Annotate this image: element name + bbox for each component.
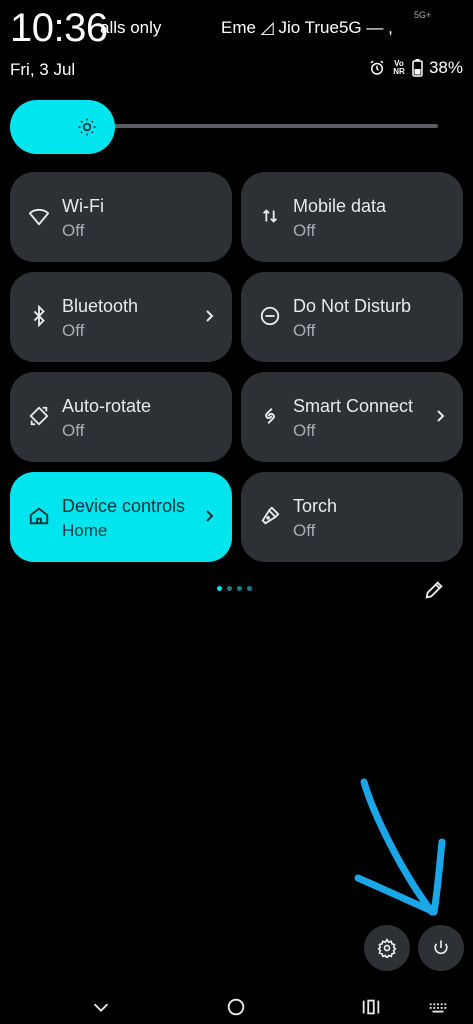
tile-title: Bluetooth (62, 296, 139, 316)
tile-status: Off (62, 321, 85, 340)
carrier-label: Eme ◿ Jio True5G — , (221, 18, 393, 37)
nav-recents-button[interactable] (358, 994, 384, 1020)
tile-do-not-disturb[interactable]: Do Not Disturb Off (241, 272, 463, 362)
tile-status: Off (293, 421, 316, 440)
tile-smart-connect[interactable]: Smart Connect Off (241, 372, 463, 462)
volte-icon: Vo NR (393, 59, 405, 76)
tile-mobile-data[interactable]: Mobile data Off (241, 172, 463, 262)
chevron-right-icon (437, 410, 445, 422)
keyboard-icon (429, 1003, 447, 1013)
recents-icon (362, 999, 380, 1015)
nav-keyboard-button[interactable] (425, 994, 451, 1020)
tile-title: Auto-rotate (62, 396, 152, 416)
tile-status: Home (62, 521, 108, 540)
tile-wifi[interactable]: Wi-Fi Off (10, 172, 232, 262)
tile-title: Smart Connect (293, 396, 414, 416)
clock-time: 10:36 (10, 6, 108, 50)
edit-pencil-icon[interactable] (423, 579, 445, 601)
tile-bluetooth[interactable]: Bluetooth Off (10, 272, 232, 362)
battery-icon (412, 59, 423, 77)
tile-device-controls[interactable]: Device controls Home (10, 472, 232, 562)
page-dot (227, 586, 232, 591)
alarm-icon (370, 60, 384, 75)
tile-auto-rotate[interactable]: Auto-rotate Off (10, 372, 232, 462)
mobile-data-icon (262, 209, 278, 223)
page-dot (247, 586, 252, 591)
dnd-icon (260, 306, 280, 326)
smart-connect-icon (265, 408, 275, 424)
page-dot (217, 586, 222, 591)
chevron-right-icon (206, 310, 214, 322)
gear-icon (377, 938, 397, 958)
tile-title: Device controls (62, 496, 186, 516)
annotation-arrow (354, 778, 446, 916)
torch-icon (261, 506, 280, 525)
bluetooth-icon (33, 305, 45, 327)
brightness-icon (78, 118, 95, 136)
settings-button[interactable] (364, 925, 410, 971)
battery-percent: 38% (428, 58, 463, 77)
circle-icon (227, 998, 245, 1016)
tile-title: Do Not Disturb (293, 296, 412, 316)
nav-home-button[interactable] (223, 994, 249, 1020)
wifi-icon (28, 208, 50, 226)
status-icons: Vo NR 38% (368, 58, 463, 78)
tile-torch[interactable]: Torch Off (241, 472, 463, 562)
auto-rotate-icon (29, 406, 49, 426)
page-dot (237, 586, 242, 591)
power-icon (434, 940, 448, 955)
chevron-down-icon (93, 1003, 109, 1012)
tile-title: Mobile data (293, 196, 387, 216)
tile-status: Off (293, 521, 316, 540)
chevron-right-icon (206, 510, 214, 522)
tile-title: Wi-Fi (62, 196, 104, 216)
tile-status: Off (62, 221, 85, 240)
network-type-label: 5G+ (414, 10, 432, 20)
nav-back-button[interactable] (88, 994, 114, 1020)
home-icon (29, 507, 49, 525)
tile-status: Off (293, 321, 316, 340)
power-button[interactable] (418, 925, 464, 971)
calls-only-label: alls only (100, 18, 162, 37)
brightness-slider-thumb[interactable] (10, 100, 115, 154)
date-label: Fri, 3 Jul (10, 60, 76, 79)
tile-status: Off (293, 221, 316, 240)
tile-title: Torch (293, 496, 338, 516)
page-indicator (217, 586, 252, 591)
tile-status: Off (62, 421, 85, 440)
